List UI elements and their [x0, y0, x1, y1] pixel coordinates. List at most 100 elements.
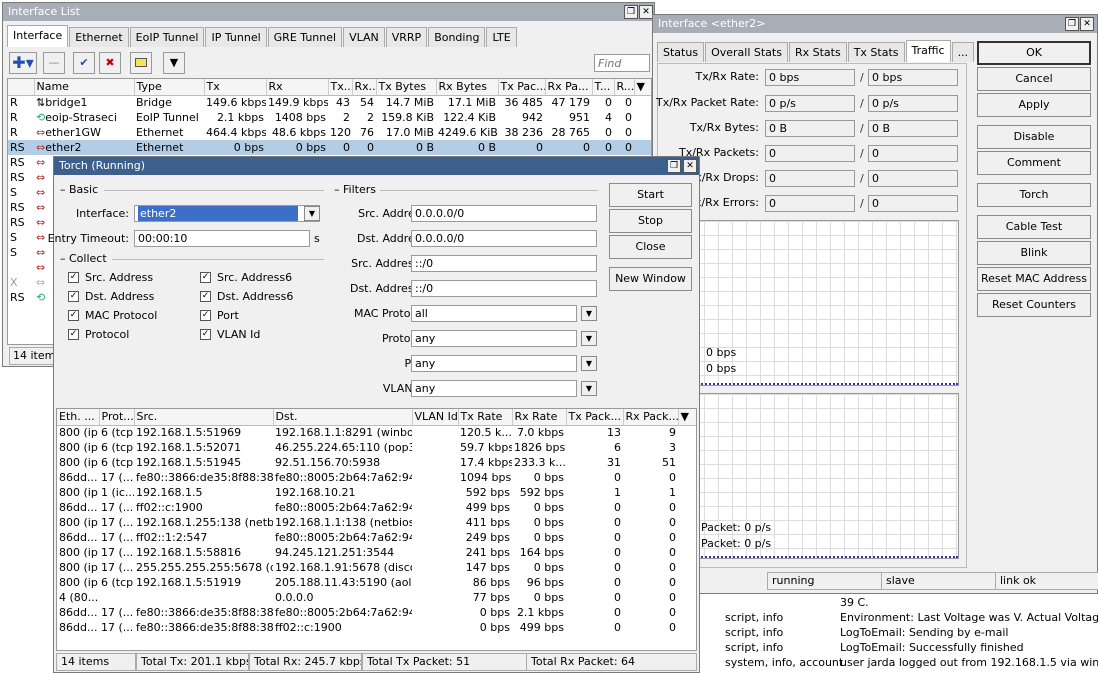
- restore-icon[interactable]: ❐: [1065, 17, 1079, 31]
- vlan-id-select[interactable]: any: [411, 380, 577, 397]
- column-header[interactable]: Rx Rate: [512, 409, 567, 426]
- interface-select[interactable]: ether2: [134, 205, 320, 222]
- reset-mac-address-button[interactable]: Reset MAC Address: [977, 267, 1091, 291]
- table-row[interactable]: 800 (ip) 6 (tcp) 192.168.1.5:51969 192.168.…: [57, 425, 696, 440]
- chevron-down-icon[interactable]: ▼: [581, 356, 597, 371]
- column-header[interactable]: Type: [134, 79, 205, 96]
- tab-ethernet[interactable]: Ethernet: [69, 27, 129, 47]
- table-row[interactable]: 86dd... 17 (... ff02::c:1900 fe80::8005:2b6…: [57, 500, 696, 515]
- comment-button[interactable]: Comment: [977, 151, 1091, 175]
- column-header[interactable]: Prot...: [99, 409, 135, 426]
- tab-status[interactable]: Status: [657, 42, 705, 62]
- table-row[interactable]: 86dd...17 (...fe80::3866:de35:8f88:38a..…: [57, 470, 696, 485]
- column-header[interactable]: Rx...: [352, 79, 377, 96]
- restore-icon[interactable]: ❐: [624, 5, 638, 19]
- table-row-selected[interactable]: RS ⇔ether2 Ethernet 0 bps 0 bps 0 0 0 B …: [8, 140, 651, 155]
- disable-button[interactable]: ✖: [99, 52, 121, 74]
- close-icon[interactable]: ✕: [683, 159, 697, 173]
- protocol-select[interactable]: any: [411, 330, 577, 347]
- column-menu-icon[interactable]: ▼: [678, 409, 696, 426]
- port-select[interactable]: any: [411, 355, 577, 372]
- column-header[interactable]: Rx Bytes: [436, 79, 499, 96]
- mac-protocol-select[interactable]: all: [411, 305, 577, 322]
- column-header[interactable]: T...: [592, 79, 615, 96]
- collect-port-checkbox[interactable]: ✓ Port: [200, 309, 239, 322]
- entry-timeout-input[interactable]: 00:00:10: [134, 230, 310, 247]
- column-header[interactable]: Tx Pac...: [498, 79, 546, 96]
- collect-src-address-checkbox[interactable]: ✓ Src. Address: [68, 271, 153, 284]
- tab-vlan[interactable]: VLAN: [343, 27, 385, 47]
- new-window-button[interactable]: New Window: [609, 267, 692, 291]
- collect-src-address6-checkbox[interactable]: ✓ Src. Address6: [200, 271, 292, 284]
- tab-more[interactable]: ...: [951, 42, 975, 62]
- table-row[interactable]: 800 (ip)17 (...255.255.255.255:5678 (di.…: [57, 560, 696, 575]
- collect-dst-address6-checkbox[interactable]: ✓ Dst. Address6: [200, 290, 293, 303]
- table-row[interactable]: 4 (80... 0.0.0.0 77 bps 0 bps 0 0: [57, 590, 696, 605]
- table-row[interactable]: 800 (ip) 6 (tcp) 192.168.1.5:51919 205.188.…: [57, 575, 696, 590]
- table-row[interactable]: 86dd... 17 (... ff02::1:2:547 fe80::8005:2b…: [57, 530, 696, 545]
- column-header[interactable]: Rx Pack...: [623, 409, 679, 426]
- column-header[interactable]: Tx: [204, 79, 267, 96]
- column-header[interactable]: R...: [614, 79, 635, 96]
- chevron-down-icon[interactable]: ▼: [581, 381, 597, 396]
- tab-rx-stats[interactable]: Rx Stats: [788, 42, 847, 62]
- disable-button[interactable]: Disable: [977, 125, 1091, 149]
- start-button[interactable]: Start: [609, 183, 692, 207]
- tab-ip-tunnel[interactable]: IP Tunnel: [205, 27, 267, 47]
- blink-button[interactable]: Blink: [977, 241, 1091, 265]
- collect-mac-protocol-checkbox[interactable]: ✓ MAC Protocol: [68, 309, 157, 322]
- torch-button[interactable]: Torch: [977, 183, 1091, 207]
- tab-tx-stats[interactable]: Tx Stats: [847, 42, 905, 62]
- table-row[interactable]: 800 (ip) 1 (ic... 192.168.1.5 192.168.10.21…: [57, 485, 696, 500]
- column-menu-icon[interactable]: ▼: [634, 79, 651, 96]
- filter-button[interactable]: ▼: [163, 52, 185, 74]
- tab-traffic[interactable]: Traffic: [905, 40, 951, 62]
- find-input[interactable]: [594, 54, 650, 72]
- tab-interface[interactable]: Interface: [7, 25, 69, 47]
- reset-counters-button[interactable]: Reset Counters: [977, 293, 1091, 317]
- column-header[interactable]: Eth. ...: [57, 409, 100, 426]
- table-row[interactable]: 800 (ip) 17 (... 192.168.1.5:58816 94.245.1…: [57, 545, 696, 560]
- remove-button[interactable]: —: [43, 52, 65, 74]
- tab-gre-tunnel[interactable]: GRE Tunnel: [267, 27, 343, 47]
- column-header[interactable]: Tx Pack...: [566, 409, 624, 426]
- torch-titlebar[interactable]: Torch (Running): [54, 157, 699, 175]
- close-icon[interactable]: ✕: [639, 5, 653, 19]
- src-address6-input[interactable]: ::/0: [411, 255, 597, 272]
- cable-test-button[interactable]: Cable Test: [977, 215, 1091, 239]
- src-address-input[interactable]: 0.0.0.0/0: [411, 205, 597, 222]
- collect-vlan-id-checkbox[interactable]: ✓ VLAN Id: [200, 328, 260, 341]
- close-button[interactable]: Close: [609, 235, 692, 259]
- table-row[interactable]: R ⇔ether1GW Ethernet 464.4 kbps 48.6 kbp…: [8, 125, 651, 140]
- table-row[interactable]: 86dd...17 (...fe80::3866:de35:8f88:38a..…: [57, 605, 696, 620]
- chevron-down-icon[interactable]: ▼: [581, 331, 597, 346]
- ok-button[interactable]: OK: [977, 41, 1091, 65]
- column-header[interactable]: [8, 79, 35, 96]
- apply-button[interactable]: Apply: [977, 93, 1091, 117]
- table-row[interactable]: R ⇅bridge1 Bridge 149.6 kbps 149.9 kbps …: [8, 95, 651, 110]
- column-header[interactable]: Tx Bytes: [376, 79, 437, 96]
- tab-lte[interactable]: LTE: [486, 27, 517, 47]
- tab-overall-stats[interactable]: Overall Stats: [705, 42, 788, 62]
- column-header[interactable]: Tx...: [328, 79, 353, 96]
- column-header[interactable]: Rx Pa...: [545, 79, 593, 96]
- column-header[interactable]: VLAN Id: [412, 409, 459, 426]
- column-header[interactable]: Rx: [266, 79, 329, 96]
- table-row[interactable]: 800 (ip)17 (...192.168.1.255:138 (netbio…: [57, 515, 696, 530]
- tab-eoip-tunnel[interactable]: EoIP Tunnel: [129, 27, 205, 47]
- column-header[interactable]: Dst.: [273, 409, 413, 426]
- table-row[interactable]: 86dd...17 (...fe80::3866:de35:8f88:38a..…: [57, 620, 696, 635]
- table-row[interactable]: R ⟲eoip-Straseci EoIP Tunnel 2.1 kbps 14…: [8, 110, 651, 125]
- chevron-down-icon[interactable]: ▼: [581, 306, 597, 321]
- enable-button[interactable]: ✔: [73, 52, 95, 74]
- cancel-button[interactable]: Cancel: [977, 67, 1091, 91]
- collect-dst-address-checkbox[interactable]: ✓ Dst. Address: [68, 290, 154, 303]
- restore-icon[interactable]: ❐: [667, 159, 681, 173]
- dst-address6-input[interactable]: ::/0: [411, 280, 597, 297]
- stop-button[interactable]: Stop: [609, 209, 692, 233]
- tab-vrrp[interactable]: VRRP: [385, 27, 428, 47]
- column-header[interactable]: Name: [34, 79, 135, 96]
- column-header[interactable]: Tx Rate: [458, 409, 513, 426]
- interface-ether2-titlebar[interactable]: Interface <ether2>: [653, 15, 1097, 33]
- chevron-down-icon[interactable]: ▼: [304, 206, 320, 221]
